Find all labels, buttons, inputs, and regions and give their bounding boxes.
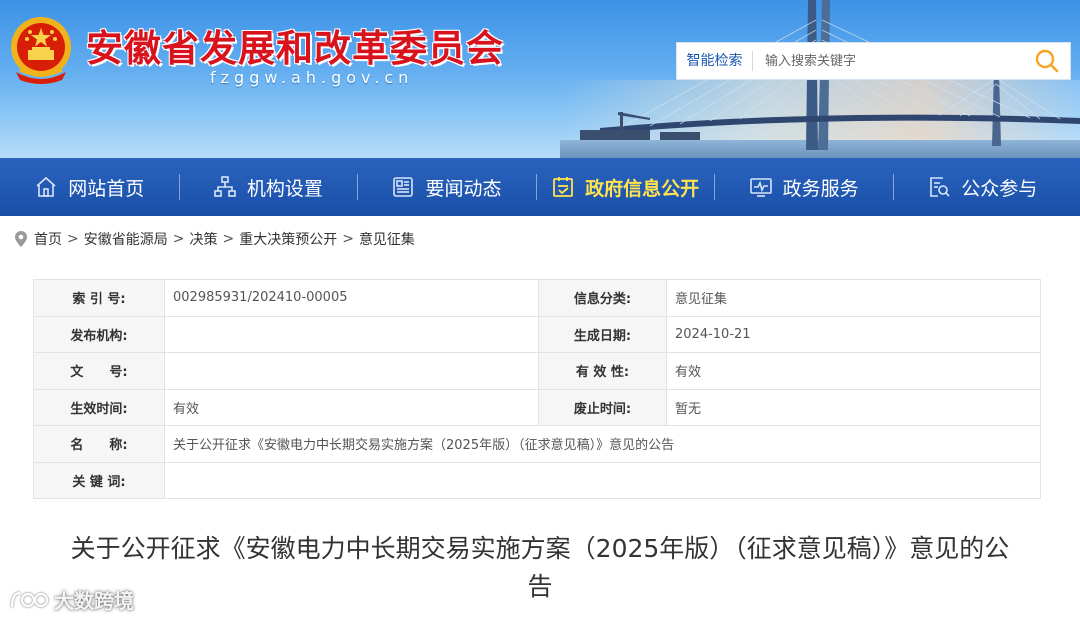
effective-value: 有效 [164, 388, 539, 426]
keywords-label: 关 键 词: [33, 461, 165, 499]
nav-organization[interactable]: 机构设置 [178, 158, 358, 216]
docno-value [164, 352, 539, 390]
search-button[interactable] [1024, 43, 1070, 79]
watermark-text: 大数跨境 [54, 589, 134, 613]
document-info-table: 索 引 号: 002985931/202410-00005 信息分类: 意见征集… [33, 279, 1041, 499]
expire-value: 暂无 [666, 388, 1041, 426]
breadcrumb-separator: > [172, 231, 185, 247]
table-row: 名 称: 关于公开征求《安徽电力中长期交易实施方案（2025年版）（征求意见稿）… [33, 425, 1041, 463]
breadcrumb-decision[interactable]: 决策 [189, 229, 217, 249]
smart-search-label[interactable]: 智能检索 [677, 51, 753, 71]
newspaper-icon [393, 177, 414, 197]
name-value: 关于公开征求《安徽电力中长期交易实施方案（2025年版）（征求意见稿）》意见的公… [164, 425, 1041, 463]
nav-services[interactable]: 政务服务 [714, 158, 893, 216]
monitor-icon [749, 178, 772, 197]
docno-label: 文 号: [33, 352, 165, 390]
date-value: 2024-10-21 [666, 315, 1041, 353]
breadcrumb-home[interactable]: 首页 [34, 229, 62, 249]
category-label: 信息分类: [538, 279, 667, 317]
search-box: 智能检索 [676, 42, 1071, 80]
breadcrumb-separator: > [222, 231, 235, 247]
nav-label: 要闻动态 [425, 177, 502, 200]
org-chart-icon [214, 176, 236, 197]
nav-label: 政务服务 [782, 177, 859, 200]
keywords-value [164, 461, 1041, 499]
breadcrumb-separator: > [67, 231, 79, 247]
nav-label: 机构设置 [246, 177, 323, 200]
validity-label: 有 效 性: [538, 352, 667, 390]
breadcrumb-separator: > [342, 231, 354, 247]
nav-public-participation[interactable]: 公众参与 [892, 158, 1072, 216]
validity-value: 有效 [666, 352, 1041, 390]
nav-label: 网站首页 [68, 177, 145, 200]
nav-news[interactable]: 要闻动态 [357, 158, 536, 216]
national-emblem-logo [11, 17, 71, 84]
index-value: 002985931/202410-00005 [164, 279, 539, 317]
name-label: 名 称: [33, 425, 165, 463]
participation-icon [930, 177, 950, 197]
location-pin-icon [15, 231, 27, 247]
main-nav: 网站首页 机构设置 要闻动态 政府信息公开 政务服务 公众参与 [0, 158, 1080, 216]
home-icon [36, 176, 56, 197]
table-row: 关 键 词: [33, 461, 1041, 499]
effective-label: 生效时间: [33, 388, 165, 426]
index-label: 索 引 号: [33, 279, 165, 317]
site-domain: fzggw.ah.gov.cn [210, 68, 414, 87]
site-header: 安徽省发展和改革委员会 fzggw.ah.gov.cn 智能检索 [0, 0, 1080, 158]
table-row: 文 号: 有 效 性: 有效 [33, 352, 1041, 390]
nav-info-disclosure[interactable]: 政府信息公开 [535, 158, 715, 216]
breadcrumb-consultation[interactable]: 意见征集 [359, 229, 415, 249]
search-icon [1035, 49, 1059, 73]
nav-label: 公众参与 [961, 177, 1038, 200]
expire-label: 废止时间: [538, 388, 667, 426]
nav-label: 政府信息公开 [585, 177, 700, 200]
table-row: 发布机构: 生成日期: 2024-10-21 [33, 315, 1041, 353]
table-row: 索 引 号: 002985931/202410-00005 信息分类: 意见征集 [33, 279, 1041, 317]
issuer-value [164, 315, 539, 353]
breadcrumb-major-decision[interactable]: 重大决策预公开 [239, 229, 337, 249]
article-title: 关于公开征求《安徽电力中长期交易实施方案（2025年版）（征求意见稿）》意见的公… [70, 534, 1010, 601]
table-row: 生效时间: 有效 废止时间: 暂无 [33, 388, 1041, 426]
date-label: 生成日期: [538, 315, 667, 353]
nav-home[interactable]: 网站首页 [0, 158, 179, 216]
info-disclosure-icon [553, 177, 573, 197]
search-input[interactable] [753, 44, 1024, 78]
watermark: 大数跨境 [8, 585, 134, 614]
site-title: 安徽省发展和改革委员会 [86, 27, 504, 70]
issuer-label: 发布机构: [33, 315, 165, 353]
watermark-logo-icon [10, 591, 49, 607]
breadcrumb: 首页 > 安徽省能源局 > 决策 > 重大决策预公开 > 意见征集 [14, 228, 415, 250]
breadcrumb-energy-bureau[interactable]: 安徽省能源局 [84, 229, 168, 249]
category-value: 意见征集 [666, 279, 1041, 317]
